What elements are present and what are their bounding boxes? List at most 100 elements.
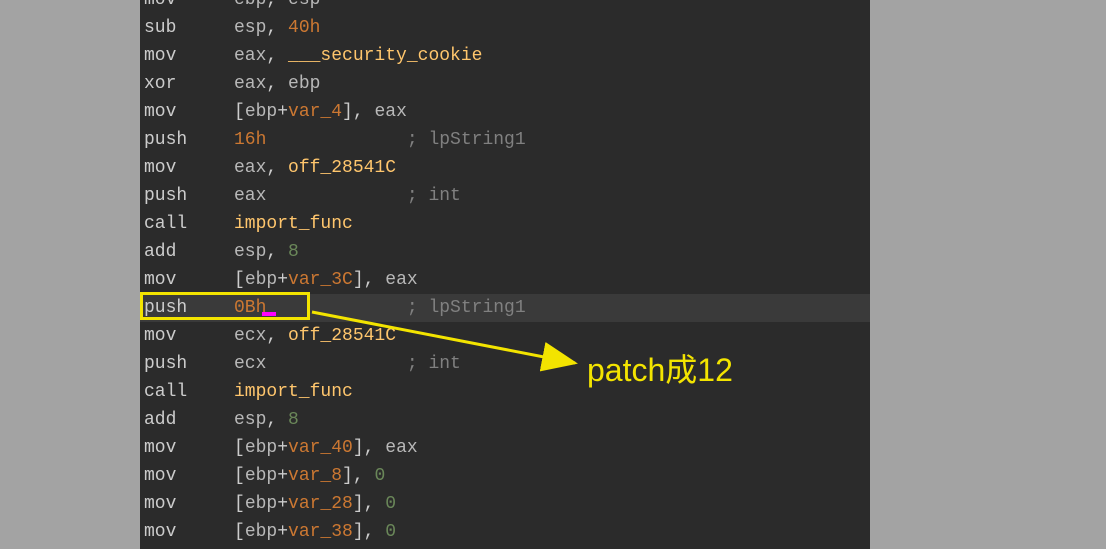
operands: esp, 8 (234, 238, 299, 266)
token-punct: , (266, 410, 288, 430)
token-punct: + (277, 466, 288, 486)
comment: ; int (407, 182, 461, 210)
token-punct: , (364, 522, 386, 542)
token-var: var_4 (288, 102, 342, 122)
token-reg: ebp (234, 0, 266, 10)
token-reg: ebp (245, 438, 277, 458)
token-var: var_40 (288, 438, 353, 458)
token-reg: eax (234, 186, 266, 206)
token-ident: import_func (234, 214, 353, 234)
mnemonic: push (144, 126, 234, 154)
token-punct: + (277, 270, 288, 290)
token-reg: ebp (245, 102, 277, 122)
mnemonic: xor (144, 70, 234, 98)
comment: ; int (407, 350, 461, 378)
mnemonic: push (144, 350, 234, 378)
operands: [ebp+var_8], 0 (234, 462, 385, 490)
token-num-green: 8 (288, 410, 299, 430)
token-num-green: 8 (288, 242, 299, 262)
operands: ecx, off_28541C (234, 322, 396, 350)
operands: eax (234, 182, 266, 210)
annotation-text: patch成12 (587, 345, 733, 391)
mnemonic: mov (144, 518, 234, 546)
token-var: var_3C (288, 270, 353, 290)
asm-line[interactable]: xoreax, ebp (140, 70, 870, 98)
token-punct: , (364, 270, 386, 290)
operands: esp, 40h (234, 14, 320, 42)
token-reg: ebp (245, 270, 277, 290)
token-bracket: ] (353, 494, 364, 514)
token-num-green: 0 (374, 466, 385, 486)
operands: [ebp+var_4], eax (234, 98, 407, 126)
asm-line[interactable]: mov[ebp+var_28], 0 (140, 490, 870, 518)
asm-line[interactable]: push0Bh ; lpString1 (140, 294, 870, 322)
mnemonic: mov (144, 462, 234, 490)
mnemonic: mov (144, 98, 234, 126)
token-num-green: 0 (385, 522, 396, 542)
asm-line[interactable]: mov[ebp+var_38], 0 (140, 518, 870, 546)
token-num: 40h (288, 18, 320, 38)
token-bracket: ] (342, 102, 353, 122)
token-num-green: 0 (385, 494, 396, 514)
comment: ; lpString1 (407, 126, 526, 154)
operands: [ebp+var_3C], eax (234, 266, 418, 294)
asm-line[interactable]: mov[ebp+var_8], 0 (140, 462, 870, 490)
mnemonic: mov (144, 154, 234, 182)
token-reg: eax (385, 438, 417, 458)
token-reg: ebp (288, 74, 320, 94)
disassembly-panel[interactable]: movebp, espsubesp, 40hmoveax, ___securit… (140, 0, 870, 549)
asm-line[interactable]: mov[ebp+var_3C], eax (140, 266, 870, 294)
token-bracket: [ (234, 270, 245, 290)
mnemonic: mov (144, 42, 234, 70)
asm-line[interactable]: pusheax ; int (140, 182, 870, 210)
operands: [ebp+var_38], 0 (234, 518, 396, 546)
token-reg: ebp (245, 466, 277, 486)
operands: eax, ___security_cookie (234, 42, 482, 70)
token-reg: eax (234, 46, 266, 66)
mnemonic: mov (144, 266, 234, 294)
asm-line[interactable]: mov[ebp+var_4], eax (140, 98, 870, 126)
asm-line[interactable]: callimport_func (140, 210, 870, 238)
cursor-indicator (262, 312, 276, 316)
asm-line[interactable]: movebp, esp (140, 0, 870, 14)
asm-line[interactable]: pushecx ; int (140, 350, 870, 378)
asm-line[interactable]: movecx, off_28541C (140, 322, 870, 350)
asm-line[interactable]: addesp, 8 (140, 238, 870, 266)
asm-line[interactable]: addesp, 8 (140, 406, 870, 434)
token-reg: eax (385, 270, 417, 290)
token-ident: off_28541C (288, 326, 396, 346)
operands: 16h (234, 126, 266, 154)
token-bracket: [ (234, 494, 245, 514)
asm-line[interactable]: callimport_func (140, 378, 870, 406)
token-punct: , (266, 0, 288, 10)
token-bracket: ] (353, 270, 364, 290)
operands: eax, ebp (234, 70, 320, 98)
token-punct: + (277, 522, 288, 542)
asm-line[interactable]: subesp, 40h (140, 14, 870, 42)
operands: ecx (234, 350, 266, 378)
token-punct: + (277, 438, 288, 458)
operands: import_func (234, 210, 353, 238)
operands: [ebp+var_40], eax (234, 434, 418, 462)
mnemonic: add (144, 406, 234, 434)
token-reg: ecx (234, 354, 266, 374)
operands: esp, 8 (234, 406, 299, 434)
asm-line[interactable]: push16h ; lpString1 (140, 126, 870, 154)
token-var: var_28 (288, 494, 353, 514)
token-var: var_38 (288, 522, 353, 542)
mnemonic: push (144, 182, 234, 210)
token-ident: ___security_cookie (288, 46, 482, 66)
token-reg: esp (234, 410, 266, 430)
asm-line[interactable]: mov[ebp+var_40], eax (140, 434, 870, 462)
mnemonic: mov (144, 322, 234, 350)
asm-line[interactable]: moveax, off_28541C (140, 154, 870, 182)
token-reg: esp (234, 242, 266, 262)
token-punct: , (266, 74, 288, 94)
asm-line[interactable]: moveax, ___security_cookie (140, 42, 870, 70)
token-var: var_8 (288, 466, 342, 486)
mnemonic: mov (144, 0, 234, 14)
token-punct: , (353, 466, 375, 486)
mnemonic: add (144, 238, 234, 266)
token-punct: , (353, 102, 375, 122)
token-punct: , (266, 242, 288, 262)
